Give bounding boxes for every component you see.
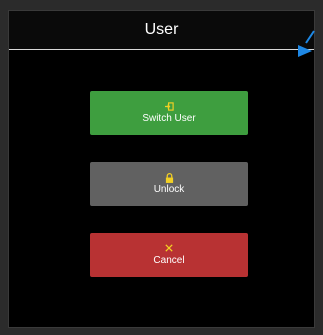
unlock-button[interactable]: Unlock (90, 162, 248, 206)
unlock-label: Unlock (153, 183, 185, 195)
cancel-label: Cancel (153, 254, 185, 266)
switch-user-icon (164, 101, 174, 112)
switch-user-label: Switch User (142, 112, 196, 124)
dialog-title: User (144, 21, 179, 38)
header-divider (9, 49, 314, 50)
dialog-header: User (9, 11, 314, 49)
lock-icon (165, 172, 174, 183)
user-dialog: User Switch User Unlock Cancel (8, 10, 315, 328)
switch-user-button[interactable]: Switch User (90, 91, 248, 135)
close-icon (165, 243, 173, 254)
cancel-button[interactable]: Cancel (90, 233, 248, 277)
pointer-marker-icon (298, 30, 315, 57)
